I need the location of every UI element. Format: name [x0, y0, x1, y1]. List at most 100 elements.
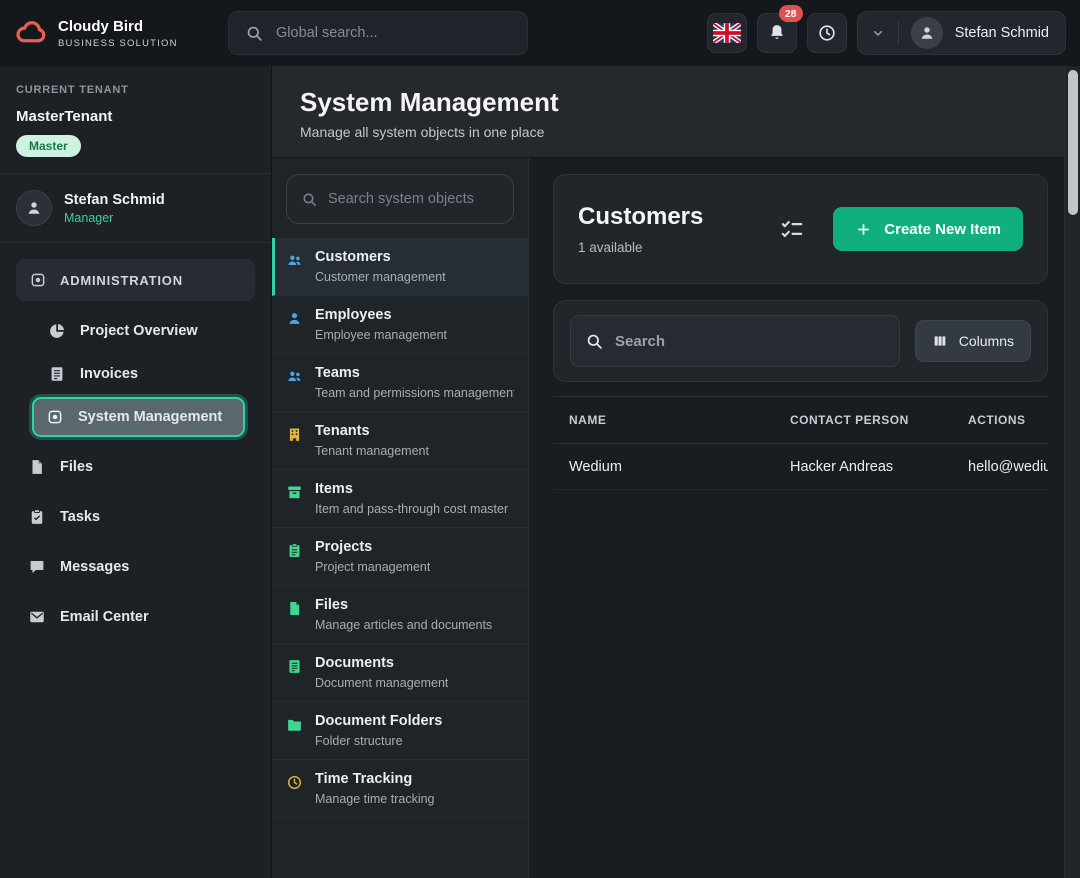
object-label: Projects [315, 539, 430, 555]
object-description: Employee management [315, 328, 447, 342]
object-label: Files [315, 597, 492, 613]
people-icon [286, 252, 303, 269]
create-button-label: Create New Item [884, 221, 1001, 238]
tenant-badge: Master [16, 135, 81, 157]
table-search-input[interactable] [615, 333, 885, 350]
tenant-name: MasterTenant [16, 108, 255, 125]
brand-tagline: BUSINESS SOLUTION [58, 38, 178, 49]
object-description: Project management [315, 560, 430, 574]
table-row[interactable]: Wedium Hacker Andreas hello@wedium [553, 444, 1048, 490]
search-icon [245, 24, 264, 43]
page-scrollbar [1064, 66, 1080, 878]
available-count: 1 available [578, 240, 703, 255]
sidebar-item-label: Files [60, 459, 93, 475]
language-button[interactable] [707, 13, 747, 53]
sidebar-item-invoices[interactable]: Invoices [36, 354, 255, 394]
object-description: Document management [315, 676, 448, 690]
sidebar-item-label: Messages [60, 559, 129, 575]
global-search-input[interactable] [276, 25, 511, 41]
object-item-time-tracking[interactable]: Time Tracking Manage time tracking [272, 760, 528, 818]
sidebar-user-role: Manager [64, 211, 165, 225]
sidebar-item-tasks[interactable]: Tasks [16, 497, 255, 537]
system-icon [46, 408, 64, 426]
section-administration[interactable]: ADMINISTRATION [16, 259, 255, 301]
history-button[interactable] [807, 13, 847, 53]
customers-table: NAME CONTACT PERSON ACTIONS Wedium Hacke… [553, 396, 1048, 490]
notification-badge: 28 [779, 5, 803, 22]
object-item-customers[interactable]: Customers Customer management [272, 238, 528, 296]
sidebar-item-files[interactable]: Files [16, 447, 255, 487]
create-new-item-button[interactable]: Create New Item [833, 207, 1023, 251]
topbar: Cloudy Bird BUSINESS SOLUTION 28 [0, 0, 1080, 66]
people-icon [286, 368, 303, 385]
plus-icon [855, 221, 872, 238]
pie-chart-icon [48, 322, 66, 340]
object-item-document-folders[interactable]: Document Folders Folder structure [272, 702, 528, 760]
object-label: Employees [315, 307, 447, 323]
object-label: Documents [315, 655, 448, 671]
card-title: Customers [578, 203, 703, 231]
sidebar-item-email-center[interactable]: Email Center [16, 597, 255, 637]
column-header-contact-person: CONTACT PERSON [790, 413, 968, 427]
current-tenant-label: CURRENT TENANT [16, 84, 255, 96]
object-description: Manage time tracking [315, 792, 435, 806]
avatar [911, 17, 943, 49]
object-item-items[interactable]: Items Item and pass-through cost master [272, 470, 528, 528]
uk-flag-icon [713, 23, 741, 43]
sidebar-item-label: Email Center [60, 609, 149, 625]
object-item-teams[interactable]: Teams Team and permissions management [272, 354, 528, 412]
sidebar-item-label: Invoices [80, 366, 138, 382]
notifications-button[interactable]: 28 [757, 13, 797, 53]
page-header: System Management Manage all system obje… [272, 66, 1064, 158]
sidebar-item-project-overview[interactable]: Project Overview [36, 311, 255, 351]
object-description: Manage articles and documents [315, 618, 492, 632]
section-label: ADMINISTRATION [60, 273, 183, 288]
brand-name: Cloudy Bird [58, 18, 178, 35]
search-icon [301, 191, 318, 208]
object-list: Customers Customer management Employees … [272, 238, 528, 878]
invoice-icon [48, 365, 66, 383]
table-header-row: NAME CONTACT PERSON ACTIONS [553, 396, 1048, 444]
checklist-icon[interactable] [779, 216, 805, 242]
object-item-projects[interactable]: Projects Project management [272, 528, 528, 586]
avatar [16, 190, 52, 226]
object-label: Customers [315, 249, 446, 265]
building-icon [286, 426, 303, 443]
user-menu[interactable]: Stefan Schmid [857, 11, 1066, 55]
sidebar-item-label: Tasks [60, 509, 100, 525]
bell-icon [767, 23, 787, 43]
clock-icon [286, 774, 303, 791]
box-icon [286, 484, 303, 501]
cell-name: Wedium [569, 459, 790, 475]
sidebar-item-system-management[interactable]: System Management [32, 397, 245, 437]
global-search[interactable] [228, 11, 528, 55]
sidebar-item-messages[interactable]: Messages [16, 547, 255, 587]
cell-contact-person: Hacker Andreas [790, 459, 968, 475]
columns-button-label: Columns [959, 333, 1014, 349]
columns-button[interactable]: Columns [915, 320, 1031, 362]
system-objects-panel: Customers Customer management Employees … [272, 158, 529, 878]
table-toolbar-card: Columns [553, 300, 1048, 382]
object-label: Time Tracking [315, 771, 435, 787]
scrollbar-thumb[interactable] [1068, 70, 1078, 215]
object-item-documents[interactable]: Documents Document management [272, 644, 528, 702]
object-item-tenants[interactable]: Tenants Tenant management [272, 412, 528, 470]
divider [0, 242, 271, 243]
object-description: Customer management [315, 270, 446, 284]
object-item-files[interactable]: Files Manage articles and documents [272, 586, 528, 644]
divider [0, 173, 271, 174]
clipboard-icon [286, 542, 303, 559]
table-search[interactable] [570, 315, 900, 367]
clock-icon [817, 23, 837, 43]
object-label: Document Folders [315, 713, 442, 729]
column-header-actions: ACTIONS [968, 413, 1048, 427]
object-search-input[interactable] [328, 191, 499, 207]
main-content: System Management Manage all system obje… [272, 66, 1064, 878]
object-label: Tenants [315, 423, 429, 439]
tasks-icon [28, 508, 46, 526]
object-search[interactable] [286, 174, 514, 224]
object-item-employees[interactable]: Employees Employee management [272, 296, 528, 354]
cell-actions[interactable]: hello@wedium [968, 459, 1048, 475]
search-icon [585, 332, 604, 351]
columns-icon [932, 333, 948, 349]
